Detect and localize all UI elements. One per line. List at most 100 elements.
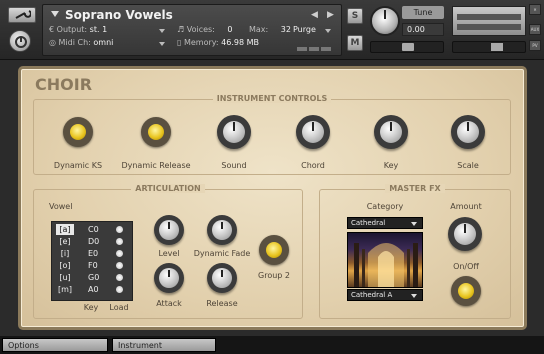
level-knob[interactable] (154, 215, 184, 245)
max-value[interactable]: 32 (281, 25, 291, 34)
instrument-header: Soprano Vowels ◀ ▶ € Output: st. 1 ◎ Mid… (0, 0, 544, 60)
vowel-row[interactable]: [i] E0 (52, 248, 134, 259)
tab-options[interactable]: Options (2, 338, 108, 352)
vowel-key: A0 (88, 285, 99, 294)
choir-panel: CHOIR INSTRUMENT CONTROLS Dynamic KS Dyn… (18, 66, 527, 330)
release-label: Release (206, 299, 238, 308)
release-knob[interactable] (207, 263, 237, 293)
power-logo-icon (15, 36, 27, 48)
voices-label: Voices: (186, 25, 215, 34)
dynamic-fade-knob[interactable] (207, 215, 237, 245)
close-icon[interactable]: ✕ (529, 4, 541, 15)
tune-label: Tune (402, 6, 444, 19)
vowel-row[interactable]: [a] C0 (52, 224, 134, 235)
vowel-load-led[interactable] (116, 238, 123, 245)
chord-knob[interactable] (296, 115, 330, 149)
group-2-button[interactable] (259, 235, 289, 265)
purge-meter-segment (297, 47, 307, 51)
preset-dropdown[interactable]: Cathedral A (347, 289, 423, 301)
title-dropdown-icon[interactable] (51, 11, 59, 17)
purge-meter-segment (309, 47, 319, 51)
fx-onoff-button[interactable] (451, 276, 481, 306)
mute-button[interactable]: M (347, 35, 363, 51)
vowel-row[interactable]: [u] G0 (52, 272, 134, 283)
vowel-row[interactable]: [e] D0 (52, 236, 134, 247)
voices-row: ♬ Voices: 0 (177, 25, 233, 34)
max-voices-row[interactable]: Max: 32 (249, 25, 291, 34)
vowel-key: G0 (88, 273, 100, 282)
memory-value: 46.98 MB (221, 38, 259, 47)
vowel-key: D0 (88, 237, 100, 246)
sound-label: Sound (221, 161, 247, 170)
vowel-name[interactable]: [m] (56, 284, 74, 295)
pan-slider-handle[interactable] (402, 43, 414, 51)
vowel-load-led[interactable] (116, 274, 123, 281)
preset-value: Cathedral A (351, 291, 393, 299)
previous-instrument-icon[interactable]: ◀ (311, 10, 318, 20)
choir-title: CHOIR (35, 75, 93, 94)
instrument-info-panel: Soprano Vowels ◀ ▶ € Output: st. 1 ◎ Mid… (42, 4, 342, 56)
vowel-name[interactable]: [a] (56, 224, 74, 235)
key-knob[interactable] (374, 115, 408, 149)
pv-button[interactable]: PV (529, 40, 541, 51)
preset-dropdown-icon (411, 294, 417, 298)
cathedral-image (347, 232, 423, 288)
instrument-logo-icon[interactable] (9, 30, 31, 52)
aux-button[interactable]: AUX (529, 24, 541, 35)
output-row[interactable]: € Output: st. 1 (49, 25, 107, 34)
amount-label: Amount (450, 202, 482, 211)
sound-knob[interactable] (217, 115, 251, 149)
dynamic-ks-button[interactable] (63, 117, 93, 147)
volume-slider-handle[interactable] (491, 43, 503, 51)
bottom-tab-bar: Options Instrument (0, 336, 544, 354)
scale-label: Scale (457, 161, 479, 170)
midi-dropdown-icon[interactable] (159, 42, 165, 46)
vowel-row[interactable]: [o] F0 (52, 260, 134, 271)
purge-dropdown-icon[interactable] (325, 29, 331, 33)
instrument-name[interactable]: Soprano Vowels (65, 8, 173, 22)
master-fx-title: MASTER FX (320, 184, 510, 193)
attack-knob[interactable] (154, 263, 184, 293)
tune-knob[interactable] (370, 6, 400, 36)
purge-meter-segment (321, 47, 331, 51)
vowel-name[interactable]: [u] (56, 272, 74, 283)
vowel-load-led[interactable] (116, 250, 123, 257)
memory-label: Memory: (183, 38, 219, 47)
group-2-label: Group 2 (258, 271, 290, 280)
tune-value[interactable]: 0.00 (402, 23, 444, 36)
midi-label: Midi Ch: (58, 38, 91, 47)
vowel-load-led[interactable] (116, 286, 123, 293)
midi-row[interactable]: ◎ Midi Ch: omni (49, 38, 113, 47)
vowel-load-led[interactable] (116, 262, 123, 269)
vowel-label: Vowel (49, 202, 73, 211)
wrench-button[interactable] (8, 7, 36, 23)
vowel-name[interactable]: [i] (56, 248, 74, 259)
instrument-panel-area: CHOIR INSTRUMENT CONTROLS Dynamic KS Dyn… (0, 60, 544, 336)
vowel-load-led[interactable] (116, 226, 123, 233)
vowel-name[interactable]: [e] (56, 236, 74, 247)
max-label: Max: (249, 25, 269, 34)
solo-button[interactable]: S (347, 8, 363, 24)
scale-knob[interactable] (451, 115, 485, 149)
wrench-icon (15, 10, 31, 19)
vowel-key: C0 (88, 225, 99, 234)
output-dropdown-icon[interactable] (159, 29, 165, 33)
category-dropdown[interactable]: Cathedral (347, 217, 423, 229)
vowel-list: [a] C0 [e] D0 [i] E0 [o] F0 [u] G0 [m] A… (51, 221, 133, 301)
vowel-row[interactable]: [m] A0 (52, 284, 134, 295)
volume-slider[interactable] (452, 41, 526, 53)
next-instrument-icon[interactable]: ▶ (327, 10, 334, 20)
cathedral-picture-icon (354, 243, 418, 287)
onoff-label: On/Off (453, 262, 479, 271)
chord-label: Chord (301, 161, 325, 170)
purge-dropdown[interactable]: Purge (293, 25, 316, 34)
voices-icon: ♬ (177, 25, 187, 34)
amount-knob[interactable] (448, 217, 482, 251)
vowel-name[interactable]: [o] (56, 260, 74, 271)
category-dropdown-icon (411, 222, 417, 226)
category-value: Cathedral (351, 219, 386, 227)
output-value: st. 1 (89, 25, 108, 34)
dynamic-release-button[interactable] (141, 117, 171, 147)
tab-instrument[interactable]: Instrument (112, 338, 216, 352)
pan-slider[interactable] (370, 41, 444, 53)
